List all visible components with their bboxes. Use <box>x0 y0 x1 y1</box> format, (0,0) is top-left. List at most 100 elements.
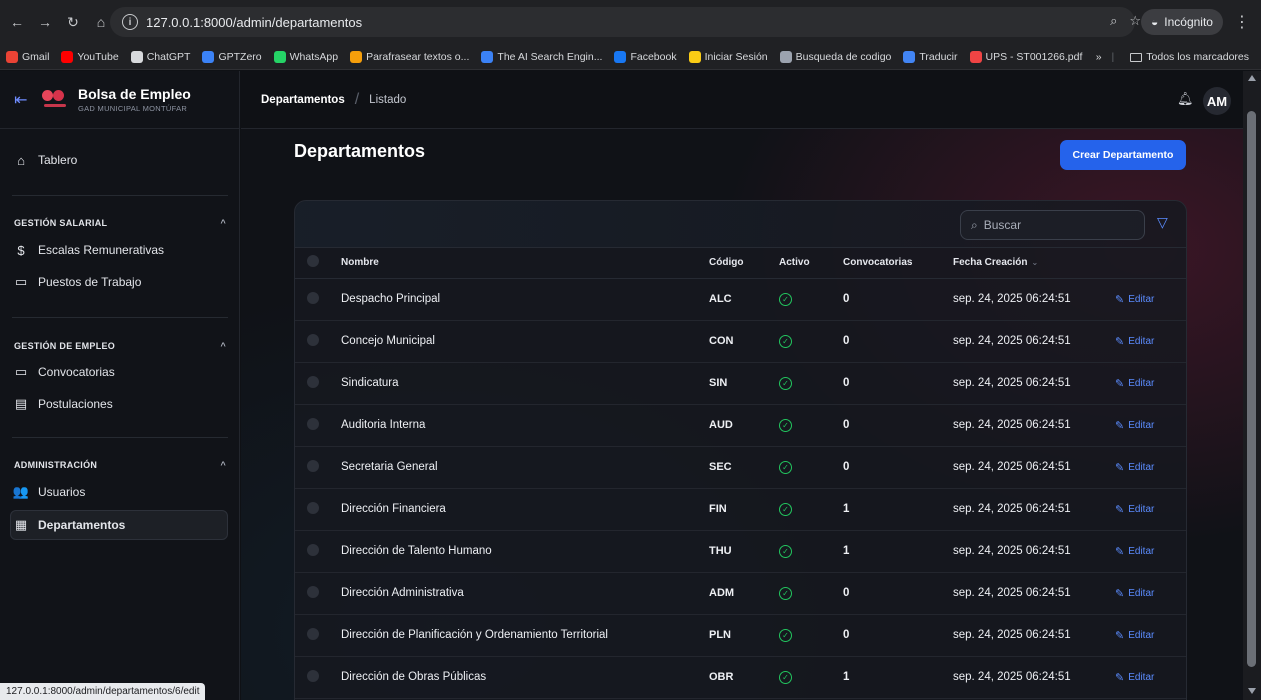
chevron-up-icon[interactable]: ^ <box>220 341 226 351</box>
more-bookmarks-button[interactable]: » <box>1096 51 1102 63</box>
create-department-button[interactable]: Crear Departamento <box>1060 140 1186 170</box>
bookmark-item[interactable]: GPTZero <box>196 50 267 63</box>
bookmark-item[interactable]: UPS - ST001266.pdf <box>964 50 1089 63</box>
row-checkbox[interactable] <box>307 669 319 682</box>
logo <box>42 87 68 113</box>
sidebar-item-departamentos[interactable]: ▦ Departamentos <box>14 512 126 538</box>
scrollbar-thumb[interactable] <box>1247 111 1256 667</box>
sidebar-item-convocatorias[interactable]: ▭ Convocatorias <box>14 359 115 385</box>
search-input[interactable] <box>983 218 1124 232</box>
back-icon[interactable]: ← <box>6 11 28 33</box>
site-info-icon[interactable]: i <box>122 14 138 30</box>
column-convocatorias[interactable]: Convocatorias <box>843 248 953 279</box>
edit-label: Editar <box>1128 419 1155 431</box>
edit-button[interactable]: ✎ Editar <box>1115 587 1154 600</box>
select-all-checkbox[interactable] <box>307 255 319 268</box>
bookmark-item[interactable]: Gmail <box>0 50 55 63</box>
cell-nombre: Despacho Principal <box>341 278 709 321</box>
bookmark-item[interactable]: Parafrasear textos o... <box>344 50 475 63</box>
edit-button[interactable]: ✎ Editar <box>1115 335 1154 348</box>
search-box[interactable]: ⌕ <box>960 210 1145 240</box>
bookmark-item[interactable]: ChatGPT <box>125 50 197 63</box>
row-checkbox[interactable] <box>307 627 319 640</box>
bookmark-item[interactable]: The AI Search Engin... <box>475 50 608 63</box>
breadcrumb-departamentos[interactable]: Departamentos <box>261 94 345 106</box>
section-gestion-salarial[interactable]: GESTIÓN SALARIAL ^ <box>14 218 226 228</box>
column-activo[interactable]: Activo <box>779 248 843 279</box>
sidebar-divider <box>12 195 228 196</box>
table-row[interactable]: Auditoria Interna AUD ✓ 0 sep. 24, 2025 06:2… <box>295 404 1186 447</box>
page-scrollbar[interactable] <box>1243 71 1261 700</box>
active-check-icon: ✓ <box>779 502 792 516</box>
filter-icon[interactable]: ▽ <box>1157 214 1168 231</box>
table-row[interactable]: Dirección de Talento Humano THU ✓ 1 sep. 24,… <box>295 530 1186 573</box>
table-row[interactable]: Dirección de Obras Públicas OBR ✓ 1 sep. 24,… <box>295 656 1186 699</box>
scroll-down-icon[interactable] <box>1248 688 1256 694</box>
row-checkbox[interactable] <box>307 375 319 388</box>
address-bar[interactable]: i 127.0.0.1:8000/admin/departamentos <box>110 7 1135 37</box>
table-row[interactable]: Despacho Principal ALC ✓ 0 sep. 24, 2025 06:… <box>295 278 1186 321</box>
bookmark-item[interactable]: WhatsApp <box>268 50 344 63</box>
forward-icon[interactable]: → <box>34 11 56 33</box>
cell-nombre: Secretaria General <box>341 446 709 489</box>
sidebar-item-puestos[interactable]: ▭ Puestos de Trabajo <box>14 269 142 295</box>
scroll-up-icon[interactable] <box>1248 75 1256 81</box>
row-checkbox[interactable] <box>307 333 319 346</box>
edit-label: Editar <box>1128 335 1155 347</box>
row-checkbox[interactable] <box>307 459 319 472</box>
bookmark-star-icon[interactable]: ☆ <box>1129 13 1141 29</box>
table-row[interactable]: Concejo Municipal CON ✓ 0 sep. 24, 2025 06:2… <box>295 320 1186 363</box>
edit-button[interactable]: ✎ Editar <box>1115 503 1154 516</box>
home-icon[interactable]: ⌂ <box>90 11 112 33</box>
bookmark-favicon-icon <box>614 50 627 63</box>
row-checkbox[interactable] <box>307 543 319 556</box>
edit-button[interactable]: ✎ Editar <box>1115 293 1154 306</box>
section-gestion-empleo[interactable]: GESTIÓN DE EMPLEO ^ <box>14 341 226 351</box>
reload-icon[interactable]: ↻ <box>62 11 84 33</box>
table-row[interactable]: Dirección Administrativa ADM ✓ 0 sep. 24, 20… <box>295 572 1186 615</box>
table-row[interactable]: Sindicatura SIN ✓ 0 sep. 24, 2025 06:24:51 ✎ E… <box>295 362 1186 405</box>
edit-button[interactable]: ✎ Editar <box>1115 671 1154 684</box>
avatar[interactable]: AM <box>1203 87 1231 115</box>
column-codigo[interactable]: Código <box>709 248 779 279</box>
edit-button[interactable]: ✎ Editar <box>1115 461 1154 474</box>
chevron-up-icon[interactable]: ^ <box>220 460 226 470</box>
url-text[interactable]: 127.0.0.1:8000/admin/departamentos <box>146 15 362 30</box>
sidebar-item-postulaciones[interactable]: ▤ Postulaciones <box>14 391 113 417</box>
pencil-icon: ✎ <box>1115 293 1125 306</box>
all-bookmarks-button[interactable]: Todos los marcadores <box>1124 51 1255 63</box>
bookmark-item[interactable]: Facebook <box>608 50 682 63</box>
bookmark-item[interactable]: Traducir <box>897 50 963 63</box>
column-nombre[interactable]: Nombre <box>341 248 709 279</box>
edit-button[interactable]: ✎ Editar <box>1115 419 1154 432</box>
notifications-bell-icon[interactable]: 🔔︎ <box>1177 91 1194 107</box>
table-row[interactable]: Dirección Financiera FIN ✓ 1 sep. 24, 2025 0… <box>295 488 1186 531</box>
zoom-icon[interactable]: ⌕ <box>1110 13 1117 29</box>
sidebar-item-tablero[interactable]: ⌂ Tablero <box>14 147 77 173</box>
section-administracion[interactable]: ADMINISTRACIÓN ^ <box>14 460 226 470</box>
table-row[interactable]: Secretaria General SEC ✓ 0 sep. 24, 2025 06:… <box>295 446 1186 489</box>
cell-convocatorias: 0 <box>843 572 953 615</box>
row-checkbox[interactable] <box>307 585 319 598</box>
bookmark-item[interactable]: YouTube <box>55 50 124 63</box>
incognito-indicator[interactable]: ◒ Incógnito <box>1141 9 1223 35</box>
browser-menu-icon[interactable]: ⋮ <box>1234 12 1250 32</box>
edit-button[interactable]: ✎ Editar <box>1115 545 1154 558</box>
sidebar-item-usuarios[interactable]: 👥 Usuarios <box>13 479 85 505</box>
edit-button[interactable]: ✎ Editar <box>1115 629 1154 642</box>
edit-label: Editar <box>1128 293 1155 305</box>
bookmark-item[interactable]: Iniciar Sesión <box>683 50 774 63</box>
sidebar-item-escalas[interactable]: $ Escalas Remunerativas <box>14 237 164 263</box>
edit-button[interactable]: ✎ Editar <box>1115 377 1154 390</box>
sort-icon[interactable]: ⌄ <box>1031 258 1038 267</box>
row-checkbox[interactable] <box>307 291 319 304</box>
bookmark-item[interactable]: Busqueda de codigo <box>774 50 898 63</box>
row-checkbox[interactable] <box>307 501 319 514</box>
edit-label: Editar <box>1128 377 1155 389</box>
collapse-sidebar-icon[interactable]: ⇤ <box>14 90 36 110</box>
row-checkbox[interactable] <box>307 417 319 430</box>
table-row[interactable]: Dirección de Planificación y Ordenamient… <box>295 614 1186 657</box>
chevron-up-icon[interactable]: ^ <box>220 218 226 228</box>
cell-nombre: Dirección de Obras Públicas <box>341 656 709 699</box>
column-fecha-creacion[interactable]: Fecha Creación ⌄ <box>953 248 1115 279</box>
